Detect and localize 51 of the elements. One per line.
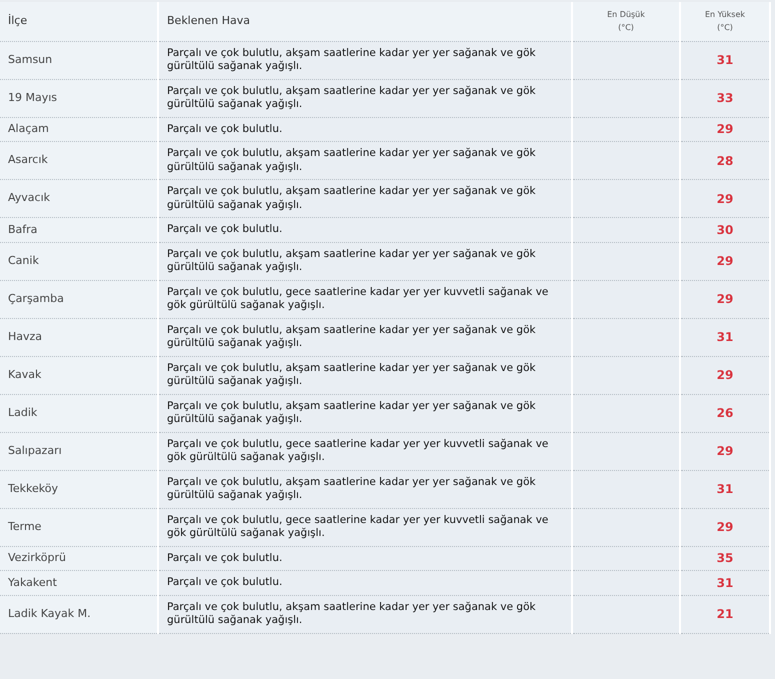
table-cell: 29 xyxy=(680,117,770,142)
table-cell: 35 xyxy=(680,546,770,570)
table-cell: Parçalı ve çok bulutlu. xyxy=(158,117,572,142)
table-cell: Parçalı ve çok bulutlu. xyxy=(158,570,572,595)
table-cell: 26 xyxy=(680,394,770,432)
table-cell: Parçalı ve çok bulutlu, akşam saatlerine kadar yer yer sağanak ve gök gürültülü sağanak yağışlı. xyxy=(158,142,572,180)
table-cell: Parçalı ve çok bulutlu, akşam saatlerine kadar yer yer sağanak ve gök gürültülü sağanak yağışlı. xyxy=(158,318,572,356)
table-cell: Parçalı ve çok bulutlu, akşam saatlerine kadar yer yer sağanak ve gök gürültülü sağanak yağışlı. xyxy=(158,470,572,508)
table-cell: Bafra xyxy=(0,218,158,242)
table-cell: Vezirköprü xyxy=(0,546,158,570)
table-cell: 19 Mayıs xyxy=(0,79,158,117)
table-cell: Kavak xyxy=(0,356,158,394)
table-cell: Parçalı ve çok bulutlu, akşam saatlerine kadar yer yer sağanak ve gök gürültülü sağanak yağışlı. xyxy=(158,242,572,280)
table-cell: 29 xyxy=(680,432,770,470)
table-cell: Havza xyxy=(0,318,158,356)
table-cell: Parçalı ve çok bulutlu, akşam saatlerine kadar yer yer sağanak ve gök gürültülü sağanak yağışlı. xyxy=(158,41,572,79)
table-cell: Parçalı ve çok bulutlu, akşam saatlerine kadar yer yer sağanak ve gök gürültülü sağanak yağışlı. xyxy=(158,595,572,633)
table-cell: 28 xyxy=(680,142,770,180)
table-cell: Ayvacık xyxy=(0,180,158,218)
table-cell: Parçalı ve çok bulutlu, gece saatlerine kadar yer yer kuvvetli sağanak ve gök gürültülü sağanak yağışlı. xyxy=(158,508,572,546)
table-cell: Canik xyxy=(0,242,158,280)
table-cell: Tekkeköy xyxy=(0,470,158,508)
table-cell: Ladik Kayak M. xyxy=(0,595,158,633)
table-cell: 29 xyxy=(680,242,770,280)
table-cell: 30 xyxy=(680,218,770,242)
table-cell: Salıpazarı xyxy=(0,432,158,470)
table-cell: 33 xyxy=(680,79,770,117)
table-cell: Terme xyxy=(0,508,158,546)
table-cell: Yakakent xyxy=(0,570,158,595)
table-cell: 31 xyxy=(680,470,770,508)
table-cell: Alaçam xyxy=(0,117,158,142)
table-cell: Parçalı ve çok bulutlu. xyxy=(158,546,572,570)
table-cell: 21 xyxy=(680,595,770,633)
table-cell: 29 xyxy=(680,356,770,394)
table-cell: Asarcık xyxy=(0,142,158,180)
table-cell: 31 xyxy=(680,41,770,79)
table-cell: 29 xyxy=(680,180,770,218)
table-cell: 31 xyxy=(680,318,770,356)
table-cell: Parçalı ve çok bulutlu. xyxy=(158,218,572,242)
table-cell: Parçalı ve çok bulutlu, akşam saatlerine kadar yer yer sağanak ve gök gürültülü sağanak yağışlı. xyxy=(158,356,572,394)
table-cell: Parçalı ve çok bulutlu, akşam saatlerine kadar yer yer sağanak ve gök gürültülü sağanak yağışlı. xyxy=(158,180,572,218)
table-cell: Parçalı ve çok bulutlu, akşam saatlerine kadar yer yer sağanak ve gök gürültülü sağanak yağışlı. xyxy=(158,394,572,432)
table-cell: Parçalı ve çok bulutlu, gece saatlerine kadar yer yer kuvvetli sağanak ve gök gürültülü sağanak yağışlı. xyxy=(158,280,572,318)
table-cell: 29 xyxy=(680,280,770,318)
table-cell: Parçalı ve çok bulutlu, gece saatlerine kadar yer yer kuvvetli sağanak ve gök gürültülü sağanak yağışlı. xyxy=(158,432,572,470)
table-cell: 31 xyxy=(680,570,770,595)
table-cell: Çarşamba xyxy=(0,280,158,318)
table-cell: 29 xyxy=(680,508,770,546)
table-cell: Parçalı ve çok bulutlu, akşam saatlerine kadar yer yer sağanak ve gök gürültülü sağanak yağışlı. xyxy=(158,79,572,117)
table-cell: Ladik xyxy=(0,394,158,432)
table-cell: Samsun xyxy=(0,41,158,79)
